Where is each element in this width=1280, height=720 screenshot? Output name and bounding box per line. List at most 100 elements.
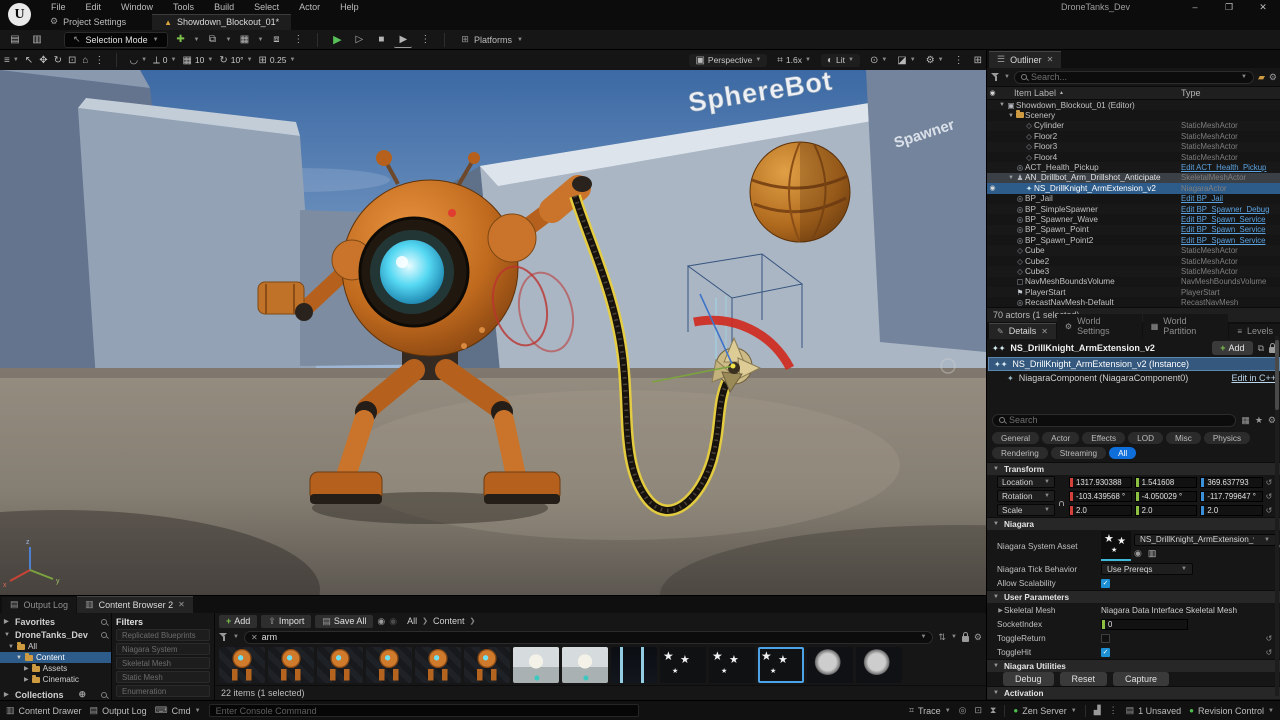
minimize-button[interactable]: –: [1178, 0, 1212, 14]
category-misc[interactable]: Misc: [1166, 432, 1201, 444]
reset-icon[interactable]: ↺: [1263, 492, 1275, 501]
filter-enumeration[interactable]: Enumeration: [116, 685, 210, 697]
import-button[interactable]: ⇪ Import: [261, 614, 312, 628]
show-flags-icon[interactable]: ⊙ ▼: [870, 55, 887, 66]
asset-thumbnail-robot[interactable]: [415, 647, 461, 683]
outliner-row[interactable]: ▼ ♟ AN_Drillbot_Arm_Drillshot_Anticipate Sk…: [987, 172, 1280, 184]
section-niagara-utilities[interactable]: ▼ Niagara Utilities: [987, 659, 1280, 672]
maximize-button[interactable]: ❐: [1212, 0, 1246, 14]
x-value-input[interactable]: 2.0: [1069, 504, 1132, 516]
y-value-input[interactable]: 1.541608: [1134, 476, 1198, 488]
reset-icon[interactable]: ↺: [1263, 648, 1275, 657]
outliner-row[interactable]: ◎ BP_SimpleSpawner Edit BP_Spawner_Debug: [987, 203, 1280, 215]
play-button[interactable]: ▶: [328, 32, 346, 48]
category-rendering[interactable]: Rendering: [992, 447, 1048, 459]
back-icon[interactable]: ◉: [377, 616, 385, 627]
trace-dropdown[interactable]: ⌗ Trace ▼: [909, 705, 951, 716]
filter-niagara-system[interactable]: Niagara System: [116, 643, 210, 655]
save-icon[interactable]: ▤: [6, 32, 24, 48]
edit-blueprint-link[interactable]: Edit BP_Spawn_Service: [1181, 215, 1280, 224]
details-scrollbar[interactable]: [1275, 336, 1279, 696]
rotation-snap[interactable]: ↻ 10° ▼: [219, 55, 252, 66]
revision-control-dropdown[interactable]: ● Revision Control ▼: [1189, 706, 1274, 716]
editor-modes-icon[interactable]: ◪ ▼: [897, 55, 915, 66]
expander-icon[interactable]: ▼: [1007, 175, 1015, 181]
selection-mode-dropdown[interactable]: ↖ Selection Mode ▼: [64, 31, 168, 48]
socket-index-input[interactable]: 0: [1101, 618, 1188, 630]
close-icon[interactable]: ✕: [178, 600, 185, 609]
grid-snap[interactable]: ▦ 10 ▼: [182, 55, 213, 66]
clear-search-icon[interactable]: ✕: [251, 633, 258, 642]
asset-thumbnail-sphere[interactable]: [856, 647, 902, 683]
tab-world-partition[interactable]: ▦ World Partition: [1142, 314, 1229, 339]
section-niagara[interactable]: ▼ Niagara: [987, 517, 1280, 530]
asset-thumbnail-sphere[interactable]: [807, 647, 853, 683]
edit-blueprint-link[interactable]: Edit BP_Spawner_Debug: [1181, 205, 1280, 214]
section-activation[interactable]: ▼ Activation: [987, 686, 1280, 699]
favorites-star-icon[interactable]: ★: [1255, 415, 1263, 426]
component-tree-root[interactable]: ✦✦ NS_DrillKnight_ArmExtension_v2 (Insta…: [988, 357, 1280, 371]
hourglass-icon[interactable]: ⧗: [990, 705, 996, 716]
use-selected-icon[interactable]: ◉: [1134, 548, 1142, 559]
stop-button[interactable]: ■: [372, 32, 390, 48]
outliner-row[interactable]: ◇ Cube3 StaticMeshActor: [987, 266, 1280, 277]
outliner-row[interactable]: ◎ BP_Jail Edit BP_Jail: [987, 193, 1280, 204]
outliner-row[interactable]: ▼ ▣ Showdown_Blockout_01 (Editor): [987, 100, 1280, 111]
menu-tools[interactable]: Tools: [164, 1, 203, 13]
scale-snap[interactable]: ⊞ 0.25 ▼: [259, 55, 296, 66]
content-drawer-button[interactable]: ▥ Content Drawer: [6, 705, 82, 716]
breadcrumb-item[interactable]: Content: [433, 616, 465, 626]
outliner-row[interactable]: ◎ ACT_Health_Pickup Edit ACT_Health_Pickup: [987, 162, 1280, 173]
outliner-row[interactable]: ◎ BP_Spawn_Point2 Edit BP_Spawn_Service: [987, 235, 1280, 246]
project-settings-button[interactable]: ⚙ Project Settings: [42, 14, 134, 30]
forward-icon[interactable]: ◉: [389, 616, 397, 627]
category-physics[interactable]: Physics: [1203, 432, 1251, 444]
snap-surface[interactable]: ⟂ 0 ▼: [153, 55, 176, 66]
reset-icon[interactable]: ↺: [1263, 506, 1275, 515]
close-icon[interactable]: ✕: [1047, 55, 1054, 64]
edit-blueprint-link[interactable]: Edit BP_Jail: [1181, 194, 1280, 203]
add-component-button[interactable]: + Add: [1212, 341, 1253, 355]
search-icon[interactable]: [101, 618, 107, 625]
x-value-input[interactable]: -103.439568 °: [1069, 490, 1132, 502]
add-collection-icon[interactable]: ⊕: [78, 689, 86, 700]
more-options-icon[interactable]: ⋮: [954, 55, 964, 66]
settings-gear-icon[interactable]: ⚙: [1269, 72, 1277, 83]
outliner-row[interactable]: ◇ Floor3 StaticMeshActor: [987, 141, 1280, 152]
tree-item-cinematic[interactable]: ▶ Cinematic: [0, 674, 111, 685]
frame-skip-button[interactable]: ▷: [350, 32, 368, 48]
outliner-row[interactable]: ⚑ PlayerStart PlayerStart: [987, 287, 1280, 298]
scale-dropdown[interactable]: Scale ▼: [997, 504, 1055, 516]
category-lod[interactable]: LOD: [1128, 432, 1163, 444]
menu-edit[interactable]: Edit: [77, 1, 111, 13]
filter-skeletal-mesh[interactable]: Skeletal Mesh: [116, 657, 210, 669]
filter-icon[interactable]: [219, 633, 228, 641]
more-options-icon[interactable]: ⋮: [289, 32, 307, 48]
x-value-input[interactable]: 1317.930388: [1069, 476, 1132, 488]
select-tool-icon[interactable]: ↖: [25, 55, 33, 66]
asset-thumbnail-stars[interactable]: ★ ★ ★: [660, 647, 706, 683]
camera-speed[interactable]: ⌗ 1.6x ▼: [777, 55, 811, 66]
view-settings-icon[interactable]: ⇅: [938, 632, 946, 643]
z-value-input[interactable]: 369.637793: [1200, 476, 1264, 488]
allow-scalability-checkbox[interactable]: ✓: [1101, 578, 1110, 588]
tab-outliner[interactable]: ☰ Outliner ✕: [989, 51, 1062, 68]
zen-server-dropdown[interactable]: ● Zen Server ▼: [1013, 706, 1076, 716]
filter-static-mesh[interactable]: Static Mesh: [116, 671, 210, 683]
asset-thumbnail-photo[interactable]: [562, 647, 608, 683]
add-button[interactable]: + Add: [219, 614, 258, 628]
asset-thumbnail-photo[interactable]: [513, 647, 559, 683]
asset-thumbnail-stars[interactable]: ★ ★ ★: [709, 647, 755, 683]
section-user-parameters[interactable]: ▼ User Parameters: [987, 590, 1280, 603]
filter-replicated-blueprints[interactable]: Replicated Blueprints: [116, 629, 210, 641]
browse-to-icon[interactable]: ▥: [1148, 548, 1157, 559]
scale-tool-icon[interactable]: ⊡: [68, 55, 76, 66]
location-dropdown[interactable]: Location ▼: [997, 476, 1055, 488]
outliner-row[interactable]: ◇ Cube2 StaticMeshActor: [987, 255, 1280, 267]
project-section[interactable]: ▼ DroneTanks_Dev: [0, 628, 111, 641]
y-value-input[interactable]: 2.0: [1134, 504, 1198, 516]
asset-thumbnail-robot[interactable]: [464, 647, 510, 683]
component-tree-item[interactable]: ✦ NiagaraComponent (NiagaraComponent0) E…: [987, 371, 1280, 385]
tab-output-log[interactable]: ▤ Output Log: [2, 597, 77, 613]
tree-item-content[interactable]: ▼ Content: [0, 652, 111, 663]
